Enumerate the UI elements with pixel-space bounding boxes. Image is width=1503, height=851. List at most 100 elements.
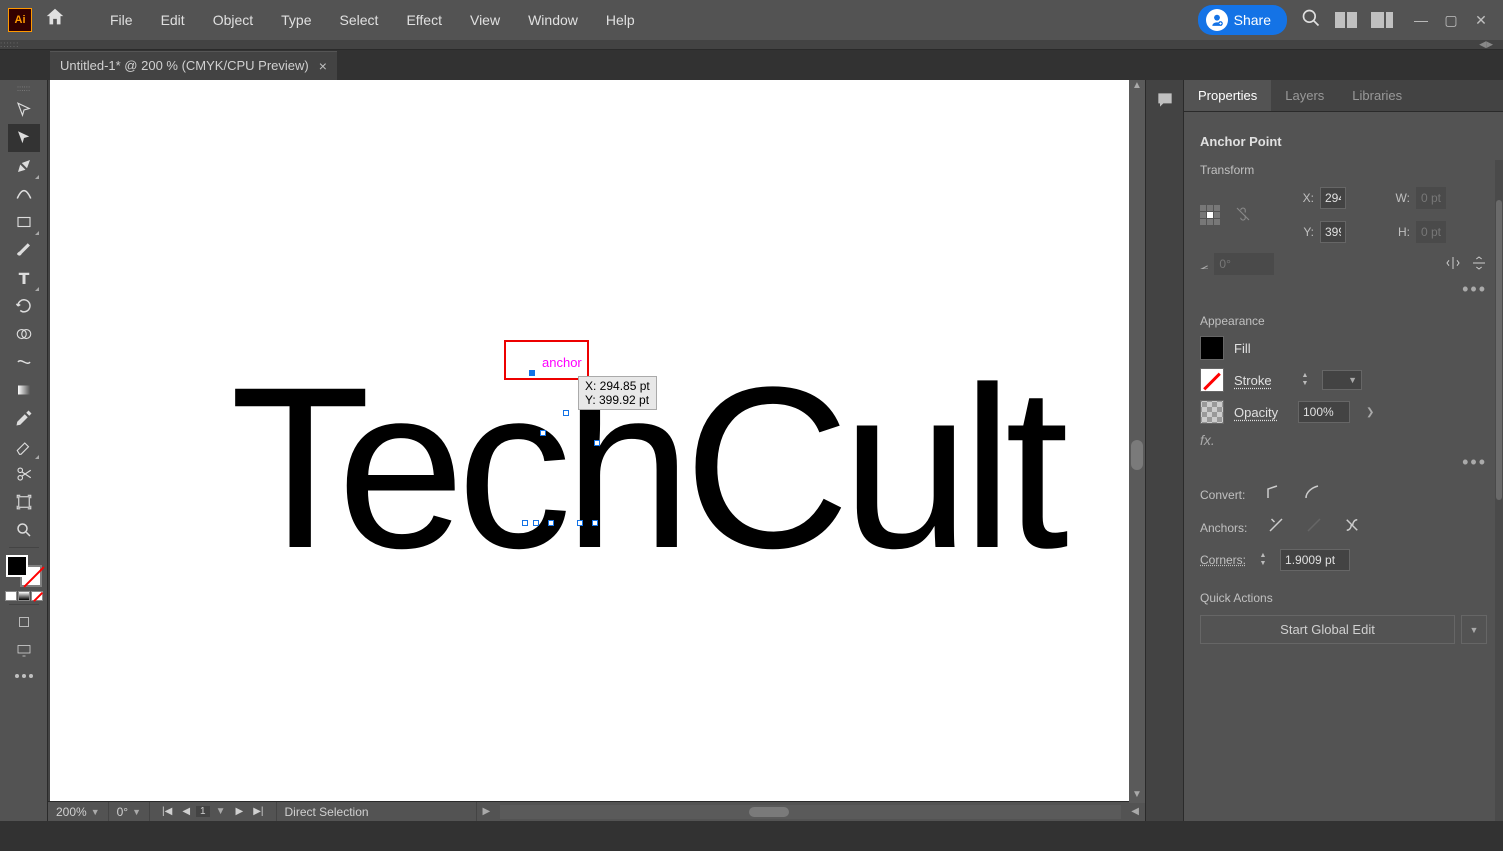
menu-window[interactable]: Window bbox=[514, 0, 592, 40]
hscroll-thumb[interactable] bbox=[749, 807, 789, 817]
prev-artboard-button[interactable]: ◀ bbox=[178, 806, 194, 817]
hscroll-left-arrow[interactable]: ▶ bbox=[477, 806, 497, 817]
anchor-point[interactable] bbox=[529, 370, 535, 376]
zoom-field[interactable]: 200%▼ bbox=[48, 802, 109, 821]
canvas-viewport[interactable]: TechCult anchor X: 294.85 pt Y: 399.92 p… bbox=[50, 80, 1129, 801]
opacity-dropdown-arrow[interactable]: ❯ bbox=[1366, 407, 1374, 418]
menu-view[interactable]: View bbox=[456, 0, 514, 40]
corners-label[interactable]: Corners: bbox=[1200, 553, 1246, 567]
next-artboard-button[interactable]: ▶ bbox=[232, 806, 248, 817]
search-icon[interactable] bbox=[1301, 8, 1321, 33]
workspace-switcher-icon[interactable] bbox=[1371, 12, 1393, 28]
menu-object[interactable]: Object bbox=[199, 0, 267, 40]
opacity-input[interactable] bbox=[1298, 401, 1350, 423]
scroll-up-arrow[interactable]: ▲ bbox=[1129, 80, 1145, 94]
eraser-tool[interactable] bbox=[8, 432, 40, 460]
draw-mode-normal[interactable] bbox=[8, 608, 40, 636]
menu-edit[interactable]: Edit bbox=[147, 0, 199, 40]
gradient-tool[interactable] bbox=[8, 376, 40, 404]
anchor-point[interactable] bbox=[533, 520, 539, 526]
home-icon[interactable] bbox=[44, 6, 66, 34]
color-mode-none[interactable] bbox=[31, 591, 43, 601]
width-tool[interactable] bbox=[8, 348, 40, 376]
rotation-field[interactable]: 0°▼ bbox=[109, 802, 150, 821]
workspace-arrange-icon[interactable] bbox=[1335, 12, 1357, 28]
anchor-point[interactable] bbox=[577, 520, 583, 526]
panel-scrollbar[interactable] bbox=[1495, 160, 1503, 821]
last-artboard-button[interactable]: ▶| bbox=[249, 806, 267, 817]
hscroll-right-arrow[interactable]: ◀ bbox=[1125, 806, 1145, 817]
anchor-point[interactable] bbox=[563, 410, 569, 416]
menu-file[interactable]: File bbox=[96, 0, 147, 40]
document-tab[interactable]: Untitled-1* @ 200 % (CMYK/CPU Preview) × bbox=[50, 51, 337, 80]
stroke-label[interactable]: Stroke bbox=[1234, 373, 1288, 388]
convert-smooth-icon[interactable] bbox=[1303, 483, 1321, 506]
direct-selection-tool[interactable] bbox=[8, 124, 40, 152]
tab-libraries[interactable]: Libraries bbox=[1338, 80, 1416, 111]
edit-toolbar-button[interactable] bbox=[15, 674, 33, 678]
artboard-number[interactable]: 1 bbox=[196, 806, 210, 817]
close-tab-icon[interactable]: × bbox=[319, 58, 327, 74]
opacity-swatch[interactable] bbox=[1200, 400, 1224, 424]
vscroll-thumb[interactable] bbox=[1131, 440, 1143, 470]
stroke-weight-spinner[interactable]: ▲▼ bbox=[1298, 372, 1312, 388]
appearance-more-options[interactable]: ••• bbox=[1200, 452, 1487, 473]
type-tool[interactable] bbox=[8, 264, 40, 292]
rectangle-tool[interactable] bbox=[8, 208, 40, 236]
horizontal-scrollbar[interactable] bbox=[500, 805, 1121, 819]
x-input[interactable] bbox=[1320, 187, 1346, 209]
corners-input[interactable] bbox=[1280, 549, 1350, 571]
maximize-button[interactable]: ▢ bbox=[1437, 10, 1465, 30]
curvature-tool[interactable] bbox=[8, 180, 40, 208]
menu-effect[interactable]: Effect bbox=[392, 0, 456, 40]
zoom-tool[interactable] bbox=[8, 516, 40, 544]
color-mode-gradient[interactable] bbox=[18, 591, 30, 601]
color-mode-row[interactable] bbox=[5, 591, 43, 601]
anchor-point[interactable] bbox=[540, 430, 546, 436]
y-input[interactable] bbox=[1320, 221, 1346, 243]
anchor-point[interactable] bbox=[594, 440, 600, 446]
menu-help[interactable]: Help bbox=[592, 0, 649, 40]
fx-button[interactable]: fx. bbox=[1200, 432, 1487, 448]
rotate-tool[interactable] bbox=[8, 292, 40, 320]
share-button[interactable]: Share bbox=[1198, 5, 1287, 35]
tab-layers[interactable]: Layers bbox=[1271, 80, 1338, 111]
color-mode-solid[interactable] bbox=[5, 591, 17, 601]
paintbrush-tool[interactable] bbox=[8, 236, 40, 264]
start-global-edit-button[interactable]: Start Global Edit bbox=[1200, 615, 1455, 644]
anchor-point[interactable] bbox=[522, 520, 528, 526]
stroke-weight-dropdown[interactable]: ▼ bbox=[1322, 370, 1362, 390]
artboard-tool[interactable] bbox=[8, 488, 40, 516]
scroll-down-arrow[interactable]: ▼ bbox=[1129, 789, 1145, 803]
panel-scroll-thumb[interactable] bbox=[1496, 200, 1502, 500]
expand-control-bar-icon[interactable]: ◀▶ bbox=[1479, 39, 1493, 50]
convert-corner-icon[interactable] bbox=[1265, 483, 1283, 506]
remove-anchor-icon[interactable] bbox=[1267, 516, 1285, 539]
stroke-color-swatch[interactable] bbox=[1200, 368, 1224, 392]
fill-stroke-swatches[interactable] bbox=[4, 553, 44, 589]
screen-mode[interactable] bbox=[8, 636, 40, 664]
artboard-dropdown[interactable]: ▼ bbox=[212, 806, 230, 817]
close-button[interactable]: ✕ bbox=[1467, 10, 1495, 30]
tab-properties[interactable]: Properties bbox=[1184, 80, 1271, 111]
selection-tool[interactable] bbox=[8, 96, 40, 124]
pen-tool[interactable] bbox=[8, 152, 40, 180]
vertical-scrollbar[interactable]: ▲ ▼ bbox=[1129, 80, 1145, 803]
first-artboard-button[interactable]: |◀ bbox=[158, 806, 176, 817]
eyedropper-tool[interactable] bbox=[8, 404, 40, 432]
flip-horizontal-icon[interactable] bbox=[1445, 255, 1461, 274]
minimize-button[interactable]: — bbox=[1407, 10, 1435, 30]
anchor-point[interactable] bbox=[592, 520, 598, 526]
menu-select[interactable]: Select bbox=[326, 0, 393, 40]
toolbox-grip[interactable]: :::::: bbox=[14, 84, 34, 92]
flip-vertical-icon[interactable] bbox=[1471, 255, 1487, 274]
fill-swatch[interactable] bbox=[6, 555, 28, 577]
comments-icon[interactable] bbox=[1155, 90, 1175, 115]
scissors-tool[interactable] bbox=[8, 460, 40, 488]
global-edit-dropdown[interactable]: ▼ bbox=[1461, 615, 1487, 644]
corners-spinner[interactable]: ▲▼ bbox=[1256, 552, 1270, 568]
reference-point-selector[interactable] bbox=[1200, 205, 1220, 225]
constrain-proportions-icon[interactable] bbox=[1234, 205, 1250, 226]
cut-path-icon[interactable] bbox=[1343, 516, 1361, 539]
anchor-point[interactable] bbox=[548, 520, 554, 526]
